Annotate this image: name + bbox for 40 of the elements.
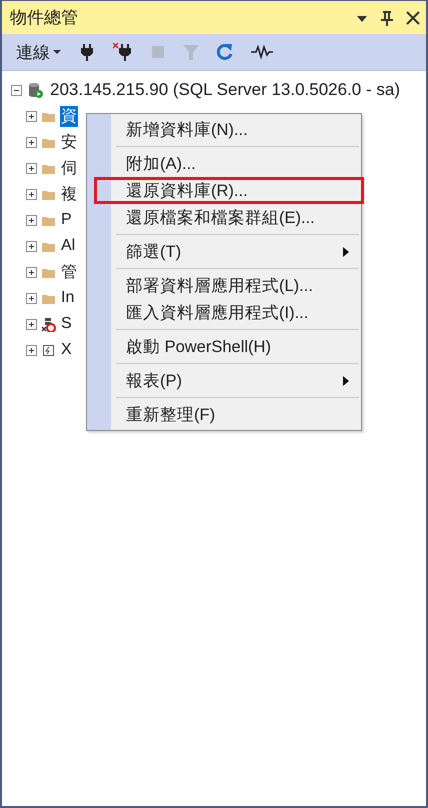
menu-item[interactable]: 附加(A)... xyxy=(87,150,364,177)
expand-icon[interactable] xyxy=(26,266,37,278)
expand-icon[interactable] xyxy=(26,136,37,148)
pin-icon[interactable] xyxy=(380,10,394,26)
expand-icon[interactable] xyxy=(26,292,37,304)
menu-item[interactable]: 重新整理(F) xyxy=(87,401,364,428)
expand-icon[interactable] xyxy=(26,240,37,252)
expand-icon[interactable] xyxy=(26,110,37,122)
submenu-arrow-icon xyxy=(343,376,349,386)
close-icon[interactable] xyxy=(406,10,420,24)
tree-item[interactable]: 複 xyxy=(60,184,78,204)
activity-monitor-icon[interactable] xyxy=(251,45,273,59)
tree-item[interactable]: P xyxy=(60,211,73,229)
tree-item[interactable]: 安 xyxy=(60,132,78,152)
tree-item[interactable]: S xyxy=(60,315,73,333)
tree-item[interactable]: X xyxy=(60,341,73,359)
tree-item[interactable]: 資 xyxy=(60,106,78,126)
tree-item[interactable]: 203.145.215.90 (SQL Server 13.0.5026.0 - sa) xyxy=(48,80,402,100)
panel-title: 物件總管 xyxy=(10,7,78,29)
connect-button[interactable]: 連線 xyxy=(16,40,61,64)
expand-icon[interactable] xyxy=(26,318,37,330)
tree-item[interactable]: 伺 xyxy=(60,158,78,178)
plug-icon[interactable] xyxy=(79,43,95,61)
tree-item[interactable]: 管 xyxy=(60,262,78,282)
server-icon xyxy=(27,82,43,98)
menu-item[interactable]: 還原資料庫(R)... xyxy=(94,177,364,204)
disconnect-icon[interactable] xyxy=(113,43,133,61)
collapse-icon[interactable] xyxy=(11,84,22,96)
agent-icon xyxy=(41,316,56,332)
menu-item[interactable]: 部署資料層應用程式(L)... xyxy=(87,272,364,299)
expand-icon[interactable] xyxy=(26,162,37,174)
submenu-arrow-icon xyxy=(343,246,349,256)
tree-item[interactable]: In xyxy=(60,289,76,307)
expand-icon[interactable] xyxy=(26,188,37,200)
tree-item[interactable]: Al xyxy=(60,237,76,255)
event-icon xyxy=(41,342,56,358)
refresh-icon[interactable] xyxy=(217,43,233,61)
expand-icon[interactable] xyxy=(26,214,37,226)
caret-icon xyxy=(53,49,61,55)
expand-icon[interactable] xyxy=(26,344,37,356)
